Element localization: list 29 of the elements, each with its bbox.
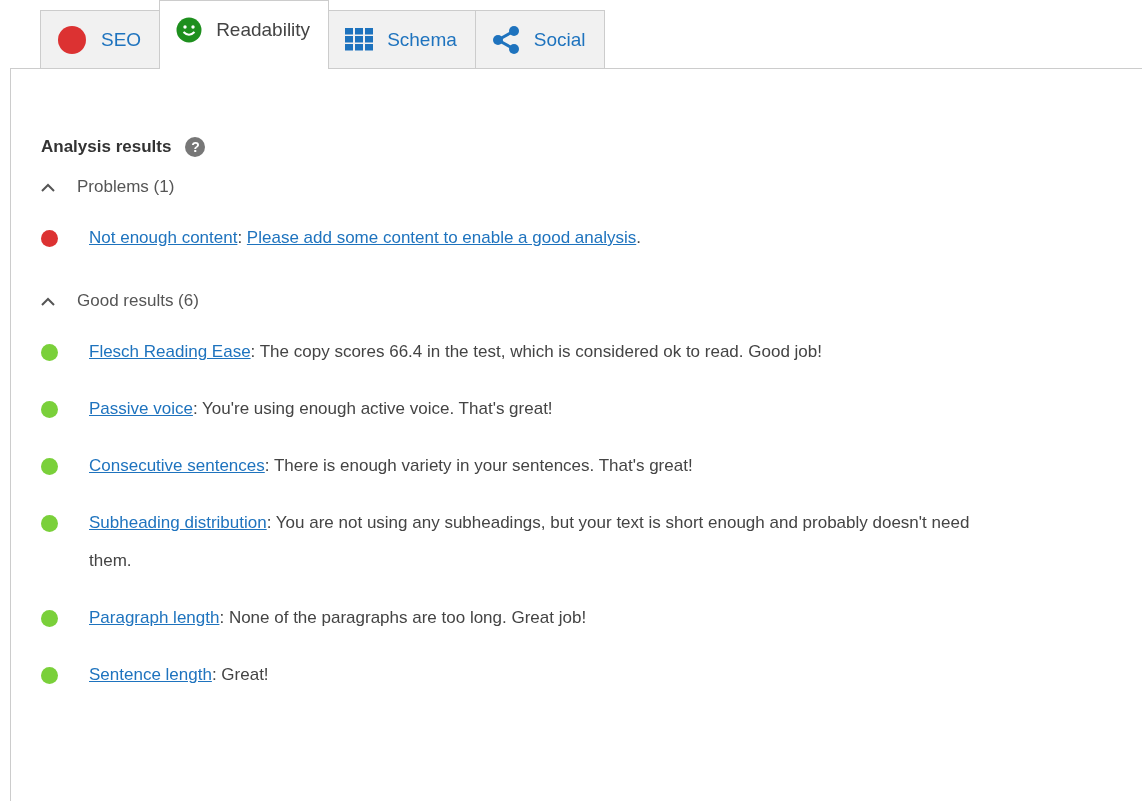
share-icon	[491, 24, 520, 55]
result-text: Flesch Reading Ease: The copy scores 66.4 in the test, which is considered ok to read. Good job!	[89, 341, 822, 363]
tab[interactable]: Readability	[159, 0, 330, 69]
result-link[interactable]: Sentence length	[89, 665, 212, 684]
result-link[interactable]: Paragraph length	[89, 608, 220, 627]
result-link[interactable]: Please add some content to enable a good analysis	[246, 228, 637, 247]
section-title: Analysis results	[41, 137, 172, 157]
result-text: Sentence length: Great!	[89, 664, 269, 686]
result-link[interactable]: Subheading distribution	[89, 513, 267, 532]
result-text: Consecutive sentences: There is enough variety in your sentences. That's great!	[89, 455, 693, 477]
tab[interactable]: Social	[474, 10, 605, 68]
result-text: Paragraph length: None of the paragraphs are too long. Great job!	[89, 607, 587, 629]
result-text: Not enough content: Please add some content to enable a good analysis.	[89, 227, 641, 249]
result-link[interactable]: Flesch Reading Ease	[89, 342, 251, 361]
result-text: Passive voice: You're using enough active voice. That's great!	[89, 398, 553, 420]
status-dot-icon	[57, 24, 87, 55]
tab[interactable]: SEO	[40, 10, 161, 68]
tab[interactable]: Schema	[328, 10, 476, 68]
smiley-icon	[176, 17, 203, 43]
result-link[interactable]: Not enough content	[89, 228, 238, 247]
result-text: Subheading distribution: You are not using any subheadings, but your text is short enough and probably doesn't need them.	[89, 512, 971, 572]
collapsible-heading[interactable]: Problems (1)	[41, 177, 175, 197]
grid-icon	[345, 28, 374, 51]
result-link[interactable]: Passive voice	[89, 399, 193, 418]
collapsible-heading[interactable]: Good results (6)	[41, 291, 199, 311]
chevron-up-icon	[41, 182, 55, 192]
help-icon[interactable]: ?	[185, 137, 206, 157]
chevron-up-icon	[41, 296, 55, 306]
result-link[interactable]: Consecutive sentences	[89, 456, 265, 475]
